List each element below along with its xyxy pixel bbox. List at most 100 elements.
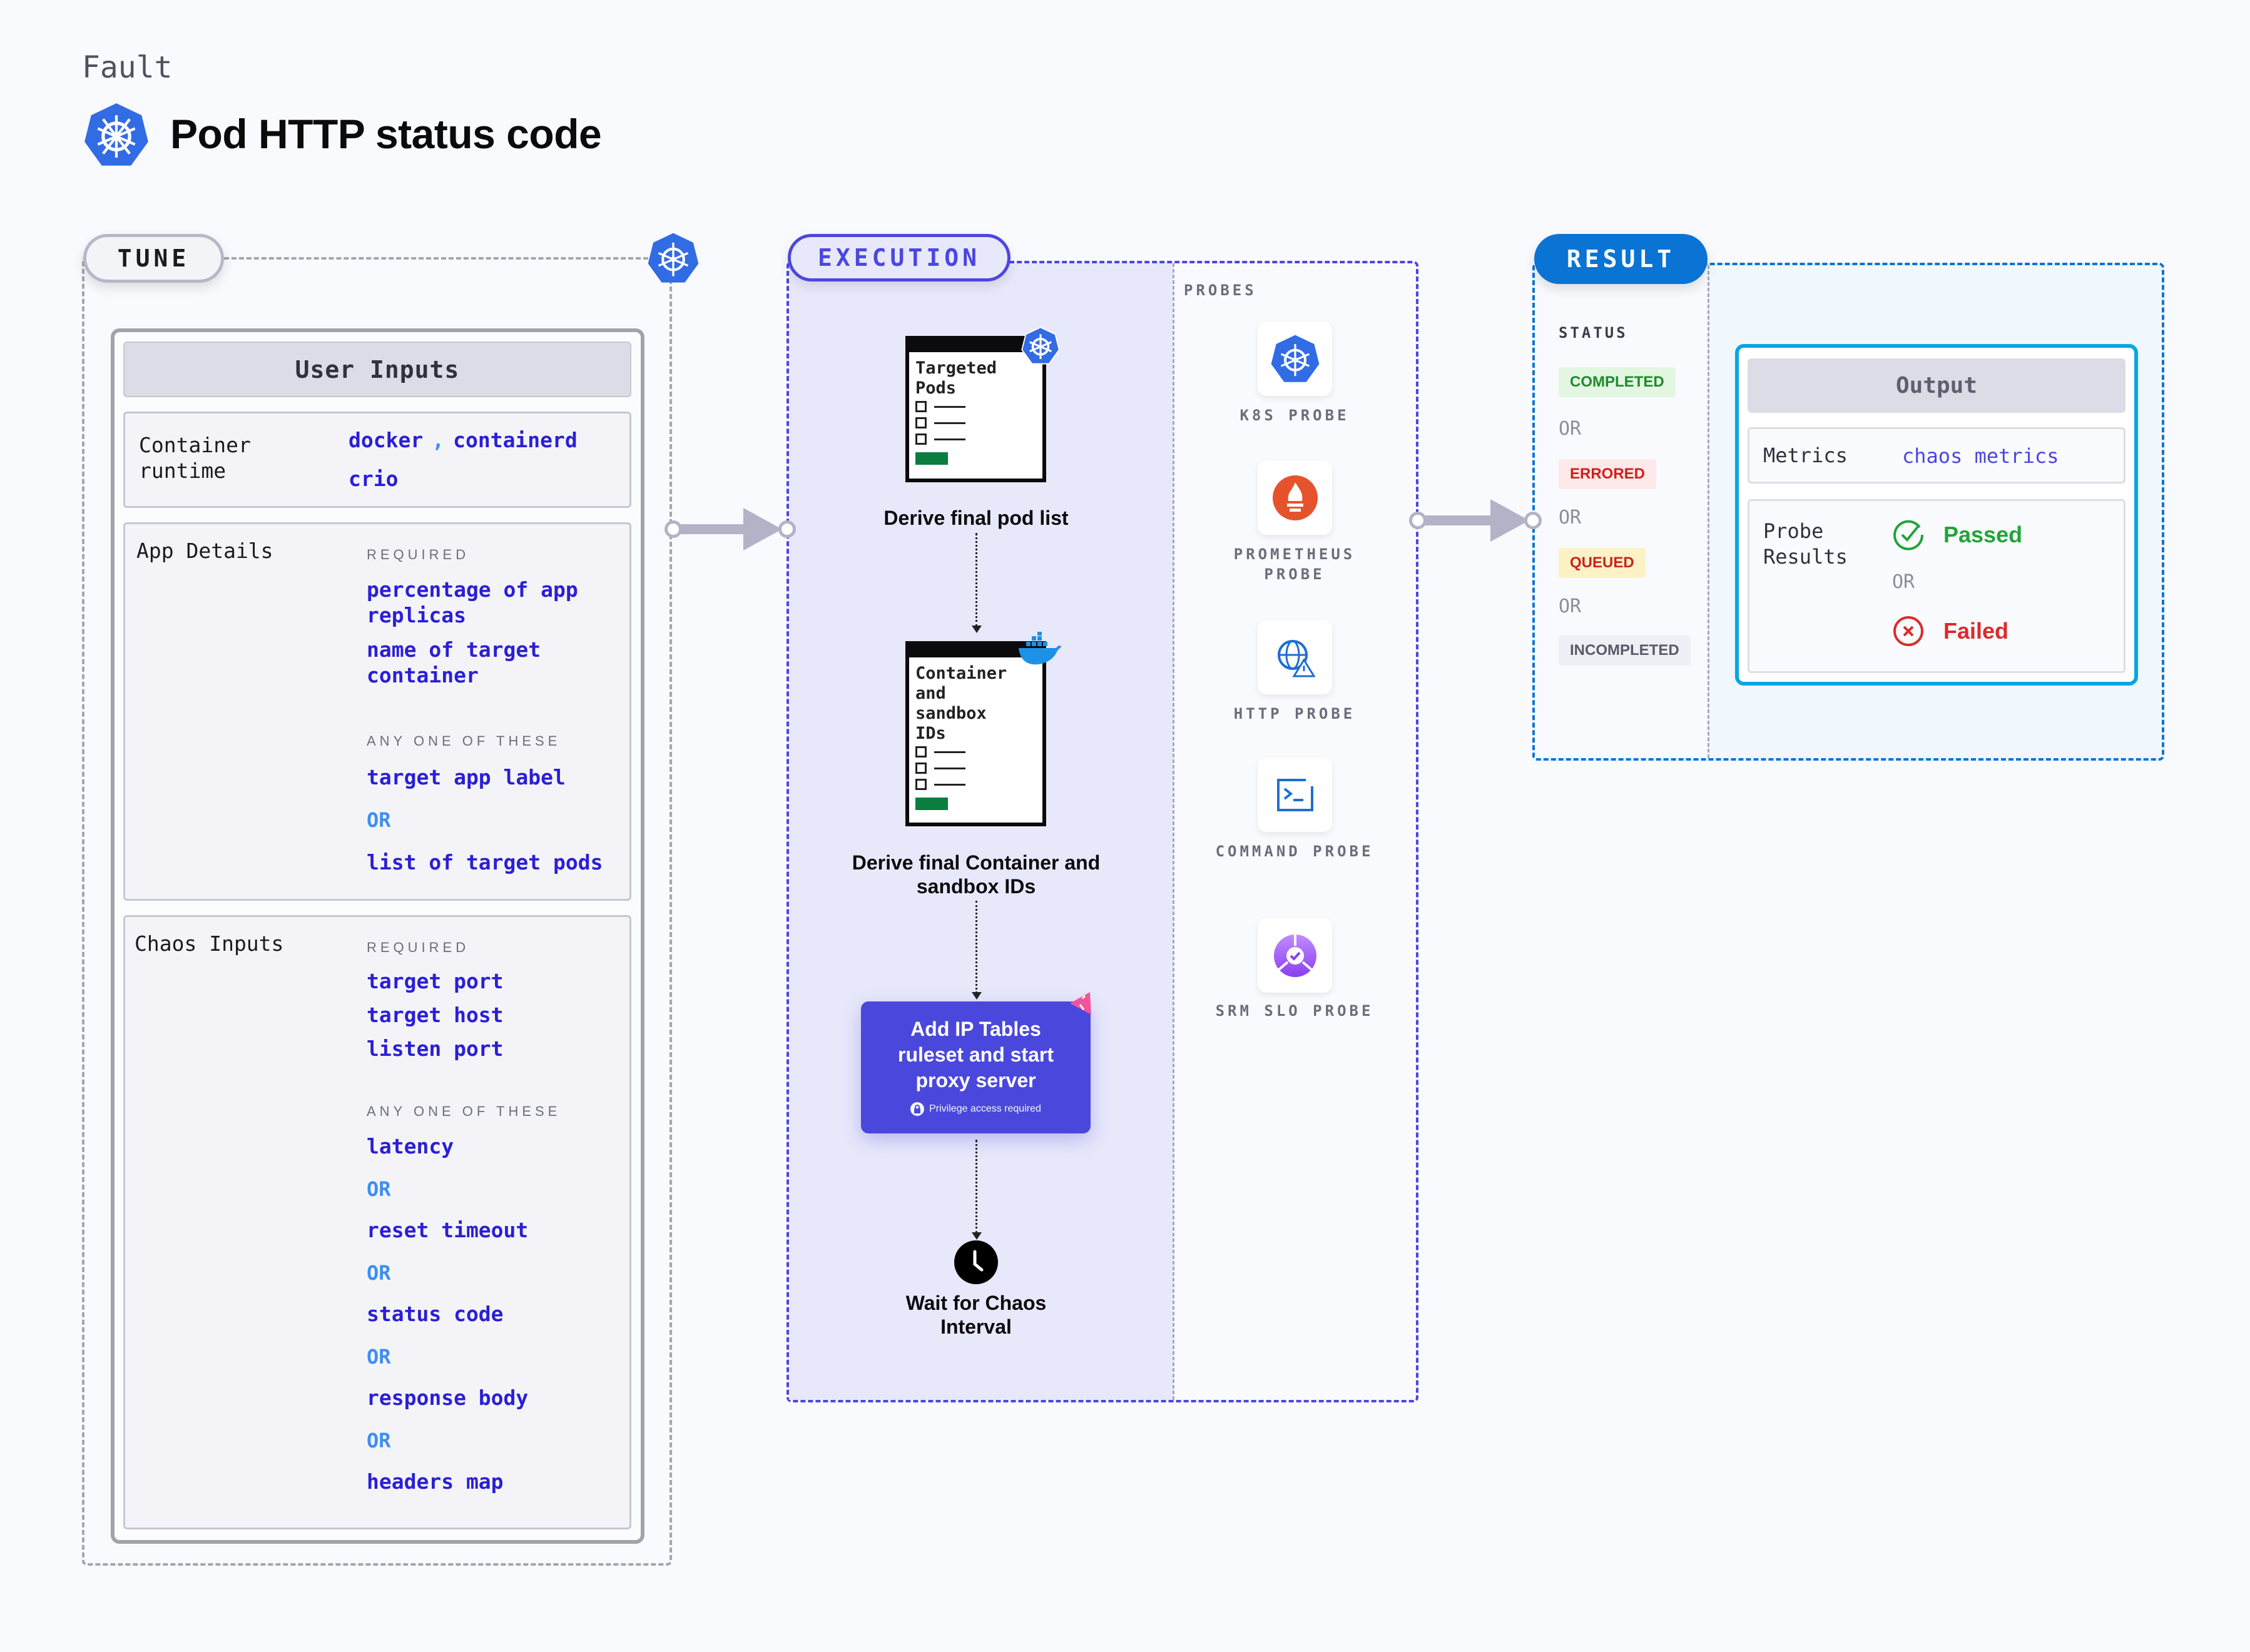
container-runtime-label: Container runtime [139, 433, 251, 483]
flow-arrow-head [972, 1232, 982, 1240]
container-runtime-section: Container runtime docker , containerd cr… [123, 412, 631, 508]
flow-dotted-line [975, 533, 977, 627]
input-percentage-of-app-replicas: percentage of app replicas [367, 577, 578, 627]
input-target-host: target host [367, 1003, 504, 1027]
connector-dot [664, 520, 682, 538]
kubernetes-icon [1021, 327, 1060, 365]
or-label: OR [367, 1177, 391, 1201]
or-label: OR [367, 808, 391, 832]
runtime-containerd: containerd [453, 428, 578, 452]
or-label: OR [1559, 418, 1582, 440]
flow-arrow-head [972, 626, 982, 633]
page-title: Pod HTTP status code [170, 111, 602, 157]
step-wait-chaos-interval: Wait for Chaos Interval [905, 1292, 1047, 1338]
input-status-code: status code [367, 1302, 504, 1326]
probe-k8s[interactable] [1258, 322, 1332, 396]
probe-results-row: Probe Results Passed OR Failed [1748, 499, 2125, 673]
runtime-docker: docker [349, 428, 424, 452]
kubernetes-icon [1271, 335, 1319, 382]
probe-command[interactable] [1258, 758, 1332, 832]
probe-command-label: COMMAND PROBE [1215, 843, 1374, 860]
probe-http-label: HTTP PROBE [1233, 705, 1356, 722]
probe-srm-slo-label: SRM SLO PROBE [1215, 1002, 1374, 1020]
metrics-label: Metrics [1763, 443, 1848, 467]
kubernetes-icon [648, 233, 699, 283]
srm-slo-icon [1273, 934, 1316, 977]
step-derive-container-ids: Derive final Container and sandbox IDs [852, 851, 1101, 898]
runtime-separator: , [432, 428, 445, 452]
or-label: OR [367, 1429, 391, 1452]
or-label: OR [1559, 595, 1582, 617]
checklist-item [915, 760, 1042, 776]
flow-dotted-line [975, 1140, 977, 1234]
status-badge-completed: COMPLETED [1559, 367, 1676, 397]
status-badge-queued: QUEUED [1559, 548, 1646, 578]
input-reset-timeout: reset timeout [367, 1218, 529, 1242]
result-pill: RESULT [1534, 234, 1708, 284]
app-details-label: App Details [136, 539, 273, 563]
input-headers-map: headers map [367, 1469, 504, 1494]
flow-arrow-head [743, 508, 782, 550]
checklist-item [915, 744, 1042, 760]
progress-bar [915, 452, 948, 465]
lock-icon [910, 1102, 925, 1116]
input-listen-port: listen port [367, 1036, 504, 1061]
output-header: Output [1748, 358, 2125, 413]
probe-http[interactable] [1258, 620, 1332, 694]
checklist-item [915, 415, 1042, 431]
execution-pill: EXECUTION [788, 234, 1010, 281]
metrics-row: Metrics chaos metrics [1748, 427, 2125, 484]
kubernetes-icon [84, 103, 148, 166]
card-title: Targeted Pods [915, 358, 997, 398]
or-label: OR [367, 1345, 391, 1369]
probe-result-passed: Passed [1892, 519, 2022, 551]
probes-label: PROBES [1184, 281, 1257, 299]
probe-results-label: Probe Results [1763, 519, 1848, 569]
connector-dot [778, 520, 796, 538]
probe-prometheus[interactable] [1258, 460, 1332, 535]
checklist-item [915, 431, 1042, 447]
status-divider [1708, 265, 1709, 758]
terminal-icon [1276, 778, 1313, 811]
prometheus-icon [1272, 475, 1318, 520]
flow-connector [677, 524, 752, 534]
runtime-values: docker , containerd [349, 427, 578, 453]
passed-text: Passed [1943, 522, 2023, 547]
required-label: REQUIRED [367, 547, 470, 562]
status-badge-incompleted: INCOMPLETED [1559, 636, 1691, 666]
step-derive-pod-list: Derive final pod list [883, 507, 1069, 529]
step-ip-tables-label: Add IP Tables ruleset and start proxy se… [898, 1018, 1054, 1092]
status-badge-errored: ERRORED [1559, 459, 1657, 489]
tune-pill: TUNE [83, 234, 224, 283]
connector-dot [1524, 512, 1542, 529]
check-circle-icon [1893, 520, 1924, 550]
flow-arrow-head [972, 992, 982, 1000]
progress-bar [915, 798, 948, 810]
card-title: Container and sandbox IDs [915, 664, 1007, 743]
container-ids-card: Container and sandbox IDs [905, 641, 1046, 826]
runtime-crio: crio [349, 467, 399, 491]
probe-result-failed: Failed [1892, 615, 2008, 647]
input-target-app-label: target app label [367, 765, 566, 789]
checklist-item [915, 398, 1042, 415]
chaos-inputs-label: Chaos Inputs [135, 931, 284, 956]
ip-tables-step: Add IP Tables ruleset and start proxy se… [861, 1001, 1091, 1133]
probe-k8s-label: K8S PROBE [1240, 407, 1350, 424]
user-inputs-header: User Inputs [123, 342, 631, 397]
input-target-port: target port [367, 969, 504, 993]
fault-category-label: Fault [82, 50, 173, 85]
app-details-section: App Details REQUIRED percentage of app r… [123, 522, 631, 901]
or-label: OR [1892, 571, 1915, 593]
flow-arrow-head [1490, 499, 1529, 542]
failed-text: Failed [1943, 618, 2009, 644]
probe-prometheus-label: PROMETHEUS PROBE [1233, 545, 1356, 583]
docker-icon [1019, 632, 1061, 665]
checklist-item [915, 776, 1042, 793]
privilege-note-text: Privilege access required [929, 1103, 1041, 1114]
any-one-label: ANY ONE OF THESE [367, 1103, 561, 1119]
probe-srm-slo[interactable] [1258, 918, 1332, 993]
status-label: STATUS [1559, 324, 1628, 342]
any-one-label: ANY ONE OF THESE [367, 733, 561, 749]
x-circle-icon [1893, 616, 1923, 646]
required-label: REQUIRED [367, 940, 470, 955]
